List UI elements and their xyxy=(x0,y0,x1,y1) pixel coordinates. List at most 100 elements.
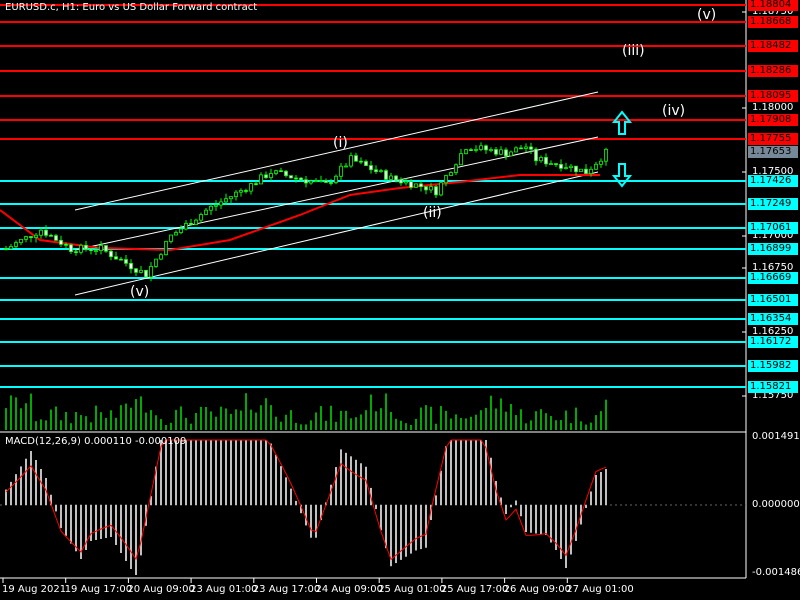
candle-body xyxy=(514,147,518,153)
volume-bar xyxy=(130,407,132,430)
candle-body xyxy=(389,175,393,180)
volume-bar xyxy=(95,405,97,430)
candle-body xyxy=(404,181,408,184)
support-label: 1.16172 xyxy=(748,336,798,348)
support-label: 1.17426 xyxy=(748,175,798,187)
candle-body xyxy=(459,153,463,166)
volume-bar xyxy=(30,393,32,430)
price-chart[interactable] xyxy=(0,0,800,600)
candle-body xyxy=(439,182,443,196)
volume-bar xyxy=(205,407,207,430)
candle-body xyxy=(509,151,513,157)
volume-bar xyxy=(500,398,502,430)
volume-bar xyxy=(200,406,202,430)
macd-scale-label: -0.001486 xyxy=(752,567,800,578)
volume-bar xyxy=(170,422,172,430)
time-label: 19 Aug 2021 xyxy=(2,584,67,595)
volume-bar xyxy=(230,413,232,430)
resistance-label: 1.17908 xyxy=(748,114,798,126)
volume-bar xyxy=(585,424,587,430)
candle-body xyxy=(564,167,568,169)
volume-bar xyxy=(340,410,342,430)
candle-body xyxy=(349,155,353,167)
candle-body xyxy=(604,148,608,162)
volume-bar xyxy=(370,394,372,430)
volume-bar xyxy=(245,393,247,430)
volume-bar xyxy=(280,421,282,430)
volume-bar xyxy=(490,395,492,430)
volume-bar xyxy=(510,403,512,430)
volume-bar xyxy=(425,405,427,430)
candle-body xyxy=(554,163,558,165)
volume-bar xyxy=(50,409,52,430)
candle-body xyxy=(434,186,438,196)
candle-body xyxy=(59,239,63,245)
volume-bar xyxy=(545,413,547,430)
wave-label: (ii) xyxy=(423,205,442,221)
volume-bar xyxy=(210,411,212,430)
volume-bar xyxy=(445,410,447,430)
support-label: 1.16899 xyxy=(748,243,798,255)
candle-body xyxy=(9,246,13,250)
candle-body xyxy=(234,191,238,198)
chart-title: EURUSD.c, H1: Euro vs US Dollar Forward … xyxy=(5,2,258,13)
volume-bar xyxy=(125,403,127,430)
volume-bar xyxy=(150,410,152,430)
resistance-label: 1.18804 xyxy=(748,0,798,11)
volume-bar xyxy=(590,422,592,430)
volume-bar xyxy=(190,423,192,430)
candle-body xyxy=(179,228,183,233)
volume-bar xyxy=(485,407,487,430)
volume-bar xyxy=(345,410,347,430)
candle-body xyxy=(209,205,213,211)
volume-bar xyxy=(195,412,197,430)
volume-bar xyxy=(550,416,552,430)
candle-body xyxy=(359,160,363,163)
volume-bar xyxy=(255,412,257,430)
candle-body xyxy=(44,229,48,236)
candle-body xyxy=(164,241,168,256)
candle-body xyxy=(274,170,278,174)
candle-body xyxy=(194,219,198,226)
candle-body xyxy=(499,149,503,155)
candle-body xyxy=(374,169,378,172)
candle-body xyxy=(129,262,133,270)
candle-body xyxy=(189,222,193,226)
time-label: 25 Aug 01:00 xyxy=(378,584,446,595)
price-tick-label: 1.18000 xyxy=(752,102,794,113)
volume-bar xyxy=(300,424,302,430)
candle-body xyxy=(14,242,18,247)
candle-body xyxy=(589,168,593,174)
candle-body xyxy=(69,244,73,252)
candle-body xyxy=(549,163,553,165)
volume-bar xyxy=(350,418,352,430)
volume-bar xyxy=(475,414,477,430)
candle-body xyxy=(354,155,358,162)
macd-signal-line xyxy=(5,439,607,561)
volume-bar xyxy=(310,420,312,430)
candle-body xyxy=(54,235,58,241)
candle-body xyxy=(259,174,263,185)
volume-bar xyxy=(395,418,397,430)
support-label: 1.17249 xyxy=(748,198,798,210)
candle-body xyxy=(344,165,348,168)
volume-bar xyxy=(385,393,387,430)
volume-bar xyxy=(440,406,442,430)
bid-price-label: 1.17653 xyxy=(748,146,798,159)
volume-bar xyxy=(155,415,157,430)
time-label: 23 Aug 01:00 xyxy=(190,584,258,595)
volume-bar xyxy=(140,396,142,430)
candle-body xyxy=(474,149,478,151)
candle-body xyxy=(524,146,528,149)
candle-body xyxy=(79,244,83,253)
volume-bar xyxy=(465,418,467,430)
candle-body xyxy=(494,149,498,155)
candle-body xyxy=(319,180,323,183)
candle-body xyxy=(124,259,128,264)
volume-bar xyxy=(325,420,327,430)
volume-bar xyxy=(530,420,532,430)
support-label: 1.15821 xyxy=(748,381,798,393)
candle-body xyxy=(29,236,33,238)
volume-bar xyxy=(120,405,122,430)
volume-bar xyxy=(90,422,92,430)
